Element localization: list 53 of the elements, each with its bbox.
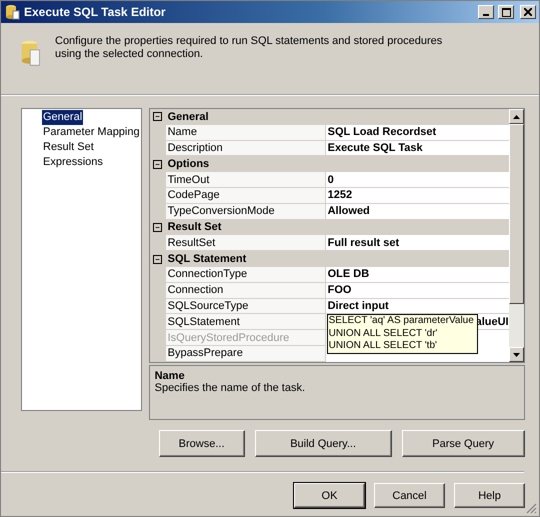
- property-name[interactable]: SQLSourceType: [166, 298, 326, 314]
- property-name[interactable]: Connection: [166, 282, 326, 299]
- scroll-down-button[interactable]: [508, 347, 524, 362]
- property-name[interactable]: ConnectionType: [166, 266, 326, 283]
- property-name[interactable]: CodePage: [166, 188, 326, 204]
- help-title: Name: [154, 370, 186, 382]
- category-label: SQL Statement: [166, 253, 246, 266]
- nav-item[interactable]: Result Set: [42, 140, 95, 155]
- help-text: Specifies the name of the task.: [154, 382, 306, 394]
- close-button[interactable]: [520, 5, 536, 19]
- dialog-button[interactable]: OK: [294, 483, 365, 508]
- maximize-icon: [502, 8, 510, 16]
- tooltip-line: UNION ALL SELECT 'dr': [328, 328, 438, 340]
- collapse-icon[interactable]: [153, 160, 162, 169]
- dialog-button[interactable]: Cancel: [374, 483, 445, 508]
- scrollbar-thumb[interactable]: [508, 124, 524, 304]
- property-value[interactable]: SQL Load Recordset: [326, 124, 509, 141]
- property-name[interactable]: BypassPrepare: [166, 346, 326, 362]
- resize-grip-icon: [526, 503, 537, 514]
- action-button[interactable]: Parse Query: [402, 430, 525, 457]
- property-name[interactable]: Name: [166, 124, 326, 141]
- down-arrow-icon: [512, 352, 520, 356]
- nav-item[interactable]: Expressions: [42, 155, 104, 170]
- property-name[interactable]: TimeOut: [166, 172, 326, 188]
- collapse-icon[interactable]: [153, 254, 162, 264]
- tooltip-line: SELECT 'aq' AS parameterValue: [328, 315, 474, 328]
- nav-item[interactable]: Parameter Mapping: [42, 125, 141, 140]
- collapse-icon[interactable]: [153, 222, 162, 232]
- property-value[interactable]: OLE DB: [326, 266, 509, 283]
- property-value[interactable]: 1252: [326, 188, 509, 204]
- category-label: General: [166, 110, 209, 123]
- description-text: Configure the properties required to run SQL statements and stored procedures using the selected connection.: [55, 35, 444, 62]
- collapse-icon[interactable]: [153, 112, 162, 122]
- property-value[interactable]: FOO: [326, 282, 509, 299]
- category-label: Result Set: [166, 221, 222, 234]
- minimize-button[interactable]: [478, 5, 494, 19]
- action-button[interactable]: Browse...: [158, 430, 245, 457]
- property-name[interactable]: ResultSet: [166, 235, 326, 252]
- property-value[interactable]: 0: [326, 172, 509, 188]
- close-icon: [524, 8, 532, 16]
- dialog-button[interactable]: Help: [454, 483, 525, 508]
- database-icon: [4, 4, 20, 20]
- up-arrow-icon: [512, 114, 520, 118]
- window-title: Execute SQL Task Editor: [24, 5, 167, 19]
- scroll-up-button[interactable]: [508, 109, 524, 124]
- maximize-button[interactable]: [498, 5, 514, 19]
- category-label: Options: [166, 158, 210, 170]
- property-name[interactable]: SQLStatement: [166, 314, 326, 330]
- property-name[interactable]: TypeConversionMode: [166, 204, 326, 220]
- action-button[interactable]: Build Query...: [254, 430, 392, 457]
- tooltip-line: UNION ALL SELECT 'tb': [328, 340, 438, 353]
- nav-item[interactable]: General: [42, 110, 84, 125]
- property-name[interactable]: Description: [166, 140, 326, 156]
